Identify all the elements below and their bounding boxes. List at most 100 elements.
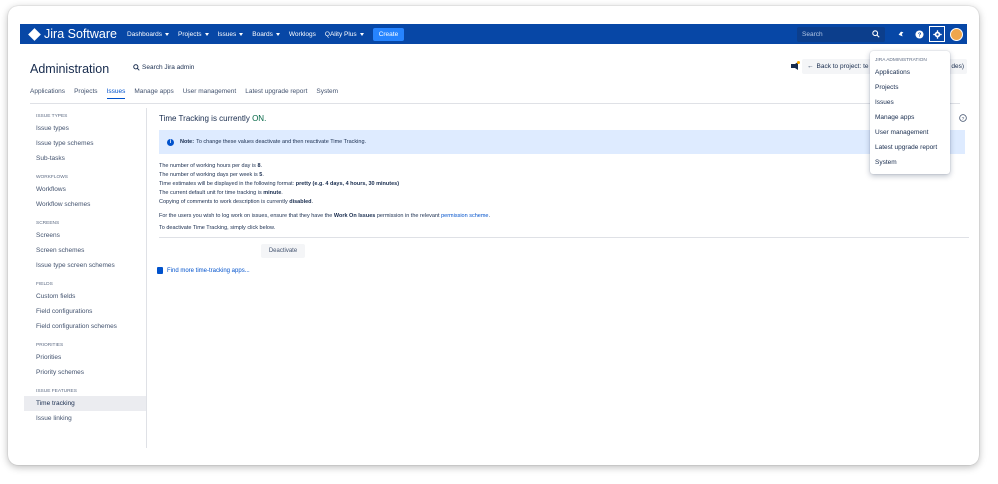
- search-input[interactable]: Search: [797, 26, 885, 42]
- create-button[interactable]: Create: [372, 27, 405, 41]
- days-per-week-line: The number of working days per week is 5…: [159, 172, 264, 178]
- permission-paragraph: For the users you wish to log work on is…: [159, 213, 490, 219]
- deactivate-instruction: To deactivate Time Tracking, simply clic…: [159, 225, 276, 231]
- top-navigation: Jira Software Dashboards Projects Issues Bo…: [20, 24, 967, 44]
- svg-text:?: ?: [917, 32, 921, 38]
- sidebar-item-custom-fields[interactable]: Custom fields: [24, 289, 146, 304]
- display-format-line: Time estimates will be displayed in the …: [159, 181, 400, 187]
- sidebar-item-issue-type-schemes[interactable]: Issue type schemes: [24, 136, 146, 151]
- svg-text:?: ?: [962, 116, 965, 122]
- sidebar-heading: ISSUE FEATURES: [36, 389, 77, 394]
- search-icon: [133, 64, 140, 71]
- time-tracking-title: Time Tracking is currently ON.: [159, 114, 969, 123]
- copy-comments-line: Copying of comments to work description …: [159, 199, 314, 205]
- dropdown-heading: JIRA ADMINISTRATION: [875, 58, 927, 63]
- back-arrow-icon: ←: [807, 63, 814, 70]
- menu-item-user-management[interactable]: User management: [870, 125, 950, 140]
- find-apps-label: Find more time-tracking apps...: [167, 267, 250, 274]
- back-to-project-button[interactable]: ← Back to project: te: [802, 59, 880, 74]
- sidebar-item-time-tracking[interactable]: Time tracking: [24, 396, 146, 411]
- find-apps-link[interactable]: Find more time-tracking apps...: [157, 267, 969, 274]
- sidebar-heading: PRIORITIES: [36, 343, 64, 348]
- tab-applications[interactable]: Applications: [30, 88, 65, 99]
- sidebar-item-workflow-schemes[interactable]: Workflow schemes: [24, 197, 146, 212]
- tab-projects[interactable]: Projects: [74, 88, 97, 99]
- nav-label: Boards: [252, 30, 273, 38]
- nav-right: Search ?: [797, 24, 967, 44]
- sidebar-item-priority-schemes[interactable]: Priority schemes: [24, 365, 146, 380]
- sidebar-item-field-configuration-schemes[interactable]: Field configuration schemes: [24, 319, 146, 334]
- gear-icon[interactable]: [929, 26, 945, 42]
- sidebar-divider: [146, 108, 147, 448]
- menu-item-manage-apps[interactable]: Manage apps: [870, 110, 950, 125]
- sidebar-heading: SCREENS: [36, 221, 60, 226]
- marketplace-icon: [157, 267, 163, 274]
- sidebar-item-issue-types[interactable]: Issue types: [24, 121, 146, 136]
- tabs-divider: [30, 103, 960, 104]
- admin-search[interactable]: Search Jira admin: [133, 64, 194, 71]
- tab-system[interactable]: System: [316, 88, 338, 99]
- sidebar-item-issue-linking[interactable]: Issue linking: [24, 411, 146, 426]
- chevron-down-icon: [204, 32, 209, 36]
- nav-label: QAlity Plus: [324, 30, 357, 38]
- admin-search-label: Search Jira admin: [142, 64, 195, 71]
- sidebar-heading: ISSUE TYPES: [36, 114, 68, 119]
- admin-tabs: Applications Projects Issues Manage apps Use…: [30, 88, 347, 99]
- nav-menu: Dashboards Projects Issues Boards Worklogs QA…: [127, 31, 373, 38]
- sidebar-item-screens[interactable]: Screens: [24, 228, 146, 243]
- permission-scheme-link[interactable]: permission scheme: [441, 213, 488, 219]
- avatar[interactable]: [950, 27, 963, 41]
- help-icon[interactable]: ?: [959, 114, 967, 122]
- sidebar-item-workflows[interactable]: Workflows: [24, 182, 146, 197]
- jira-logo-icon: [28, 27, 41, 41]
- default-unit-line: The current default unit for time tracki…: [159, 190, 283, 196]
- hours-per-day-line: The number of working hours per day is 8…: [159, 163, 263, 169]
- tab-user-management[interactable]: User management: [183, 88, 236, 99]
- tab-latest-upgrade-report[interactable]: Latest upgrade report: [245, 88, 307, 99]
- nav-projects[interactable]: Projects: [178, 30, 209, 38]
- tab-issues[interactable]: Issues: [106, 88, 126, 99]
- sidebar-item-issue-type-screen-schemes[interactable]: Issue type screen schemes: [24, 258, 146, 273]
- sidebar-item-sub-tasks[interactable]: Sub-tasks: [24, 151, 146, 166]
- page-title: Administration: [30, 62, 110, 76]
- menu-item-projects[interactable]: Projects: [870, 80, 950, 95]
- note-label: Note:: [180, 139, 195, 145]
- help-icon[interactable]: ?: [911, 26, 927, 42]
- note-banner: i Note: To change these values deactivat…: [159, 130, 965, 154]
- logo-text: Jira Software: [44, 27, 117, 41]
- nav-qality-plus[interactable]: QAlity Plus: [325, 31, 364, 38]
- nav-label: Dashboards: [126, 30, 163, 38]
- menu-item-system[interactable]: System: [870, 155, 950, 170]
- jira-screen: Jira Software Dashboards Projects Issues Bo…: [20, 24, 978, 465]
- search-placeholder: Search: [802, 30, 823, 38]
- notification-icon[interactable]: [893, 26, 909, 42]
- back-to-project-label: Back to project: te: [816, 63, 869, 70]
- content-divider: [159, 237, 969, 238]
- sidebar-item-field-configurations[interactable]: Field configurations: [24, 304, 146, 319]
- menu-item-applications[interactable]: Applications: [870, 65, 950, 80]
- chevron-down-icon: [239, 32, 244, 36]
- nav-worklogs[interactable]: Worklogs: [289, 31, 316, 38]
- sidebar-heading: FIELDS: [36, 282, 53, 287]
- title-status: ON.: [252, 114, 267, 123]
- main-content: Time Tracking is currently ON. ? i Note:…: [157, 114, 969, 274]
- deactivate-button[interactable]: Deactivate: [261, 244, 305, 258]
- chevron-down-icon: [275, 32, 280, 36]
- sidebar-heading: WORKFLOWS: [36, 175, 68, 180]
- nav-dashboards[interactable]: Dashboards: [126, 30, 170, 38]
- nav-issues[interactable]: Issues: [218, 31, 244, 38]
- jira-logo[interactable]: Jira Software: [28, 24, 117, 44]
- nav-label: Issues: [217, 30, 237, 38]
- chevron-down-icon: [165, 32, 170, 36]
- menu-item-issues[interactable]: Issues: [870, 95, 950, 110]
- feedback-icon[interactable]: [790, 61, 800, 71]
- nav-label: Worklogs: [288, 30, 316, 38]
- sidebar-item-screen-schemes[interactable]: Screen schemes: [24, 243, 146, 258]
- window-frame: Jira Software Dashboards Projects Issues Bo…: [8, 6, 979, 465]
- sidebar-item-priorities[interactable]: Priorities: [24, 350, 146, 365]
- menu-item-latest-upgrade-report[interactable]: Latest upgrade report: [870, 140, 950, 155]
- nav-boards[interactable]: Boards: [252, 31, 280, 38]
- nav-label: Projects: [178, 30, 202, 38]
- sidebar: ISSUE TYPES Issue types Issue type schemes…: [24, 114, 146, 426]
- tab-manage-apps[interactable]: Manage apps: [134, 88, 173, 99]
